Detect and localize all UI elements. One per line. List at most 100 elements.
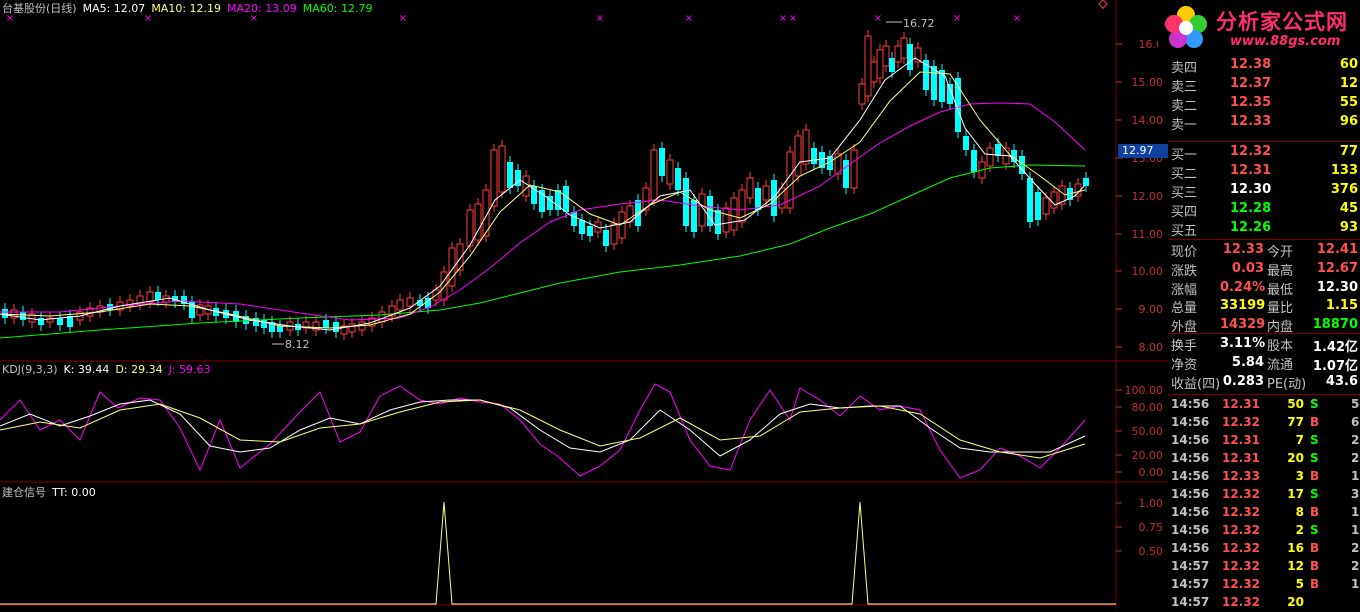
stat-value: 0.03	[1231, 260, 1264, 276]
stats-divider	[1168, 333, 1360, 334]
tick-count: 2	[1351, 541, 1360, 555]
bid-row: 买三 12.30 376	[1168, 181, 1360, 201]
candle-down	[971, 150, 977, 172]
stock-title: 台基股份(日线)	[2, 2, 77, 15]
diamond-icon	[1098, 0, 1108, 9]
candle-down	[843, 160, 849, 188]
tick-row[interactable]: 14:56 12.31 20 S 2	[1168, 450, 1360, 468]
ticks-divider	[1168, 394, 1360, 395]
candle-up	[762, 185, 770, 201]
bid-volume: 376	[1330, 182, 1358, 197]
candlestick-chart[interactable]: 16.015.0014.0013.0012.0011.0010.009.008.…	[0, 0, 1168, 609]
signal-mark: ×	[789, 13, 797, 24]
stat-label: 总量	[1171, 301, 1198, 317]
bid-row: 买一 12.32 77	[1168, 143, 1360, 163]
tick-row[interactable]: 14:57 12.32 5 B 1	[1168, 576, 1360, 594]
candle-down	[995, 144, 1001, 156]
tick-row[interactable]: 14:56 12.32 77 B 6	[1168, 414, 1360, 432]
bid-label: 买五	[1171, 224, 1198, 239]
tick-volume: 12	[1287, 559, 1304, 573]
tick-count: 2	[1351, 451, 1360, 465]
tick-count: 1	[1351, 577, 1360, 591]
bid-label: 买三	[1171, 186, 1198, 201]
candle-down	[1027, 178, 1033, 222]
kdj-tick-label: 20.00	[1132, 449, 1164, 462]
stat-row: 换手 3.11% 股本 1.42亿	[1168, 335, 1360, 355]
tick-row[interactable]: 14:56 12.32 17 S 3	[1168, 486, 1360, 504]
candle-down	[323, 320, 329, 328]
candle-up	[440, 271, 448, 301]
tick-row[interactable]: 14:57 12.32 20	[1168, 594, 1360, 612]
ask-label: 卖二	[1171, 99, 1198, 114]
stat-value: 12.41	[1316, 242, 1358, 257]
price-tick-label: 15.00	[1132, 76, 1164, 89]
tick-time: 14:57	[1171, 559, 1210, 573]
ma60-label: MA60: 12.79	[302, 2, 373, 15]
tick-count: 6	[1351, 415, 1360, 429]
tick-time: 14:56	[1171, 415, 1210, 429]
tick-volume: 5	[1295, 577, 1304, 591]
tick-row[interactable]: 14:56 12.31 50 S 5	[1168, 396, 1360, 414]
ask-label: 卖四	[1171, 61, 1198, 76]
bid-row: 买二 12.31 133	[1168, 162, 1360, 182]
candle-up	[650, 149, 658, 201]
tick-row[interactable]: 14:57 12.32 12 B 2	[1168, 558, 1360, 576]
tick-count: 3	[1351, 487, 1360, 501]
stat-label: PE(动)	[1267, 376, 1307, 392]
tick-price: 12.31	[1222, 433, 1260, 447]
candle-up	[348, 323, 356, 333]
bid-price: 12.28	[1230, 201, 1272, 216]
stat-label: 流通	[1267, 357, 1294, 373]
chart-area[interactable]: 16.0 15.00 14.00 13.00 12.00 11.00 10.00 9.00 8.…	[0, 0, 1168, 609]
tick-row[interactable]: 14:56 12.33 3 B 1	[1168, 468, 1360, 486]
tick-row[interactable]: 14:56 12.31 7 S 2	[1168, 432, 1360, 450]
candle-down	[579, 220, 585, 234]
bid-volume: 93	[1339, 220, 1358, 235]
stat-row: 现价 12.33 今开 12.41	[1168, 241, 1360, 260]
kdj-d-line	[0, 399, 1086, 459]
candle-up	[498, 145, 506, 193]
tick-side: B	[1310, 559, 1320, 573]
kdj-k-line	[0, 399, 1086, 457]
signal-tick-label: 0.75	[1139, 521, 1164, 534]
candle-down	[889, 58, 895, 72]
stat-label: 最低	[1267, 282, 1294, 298]
ask-price: 12.33	[1230, 114, 1272, 129]
ask-row: 卖二 12.35 55	[1168, 94, 1360, 114]
tick-price: 12.32	[1222, 505, 1260, 519]
signal-line	[0, 501, 1116, 605]
book-divider	[1168, 141, 1360, 142]
candle-up	[1050, 191, 1058, 209]
stat-value: 43.6	[1325, 373, 1358, 389]
ask-row: 卖四 12.38 60	[1168, 56, 1360, 76]
stat-row: 总量 33199 量比 1.15	[1168, 297, 1360, 316]
tick-volume: 8	[1295, 505, 1304, 519]
price-tick-label: 9.00	[1139, 303, 1164, 316]
ask-volume: 55	[1339, 95, 1358, 110]
stat-value: 18870	[1312, 317, 1358, 333]
ask-label: 卖三	[1171, 80, 1198, 95]
tick-row[interactable]: 14:56 12.32 2 S 1	[1168, 522, 1360, 540]
tick-volume: 17	[1287, 487, 1304, 501]
candle-up	[900, 37, 908, 59]
ask-price: 12.38	[1230, 57, 1272, 72]
kdj-tick-label: 0.00	[1139, 466, 1164, 479]
tick-row[interactable]: 14:56 12.32 8 B 1	[1168, 504, 1360, 522]
tick-price: 12.31	[1222, 397, 1260, 411]
candle-down	[277, 326, 283, 332]
tick-row[interactable]: 14:56 12.32 16 B 2	[1168, 540, 1360, 558]
low-annotation: 8.12	[285, 338, 310, 351]
tick-side: S	[1310, 397, 1319, 411]
stat-label: 最高	[1267, 263, 1294, 279]
candle-up	[522, 175, 530, 197]
tick-volume: 3	[1295, 469, 1304, 483]
candle-down	[20, 312, 26, 320]
tick-price: 12.33	[1222, 469, 1260, 483]
bid-price: 12.32	[1230, 144, 1272, 159]
stat-label: 现价	[1171, 245, 1198, 260]
candle-down	[38, 318, 44, 325]
candle-down	[587, 226, 593, 236]
candle-up	[490, 149, 498, 207]
tick-time: 14:56	[1171, 469, 1210, 483]
price-tick-label: 11.00	[1132, 228, 1164, 241]
